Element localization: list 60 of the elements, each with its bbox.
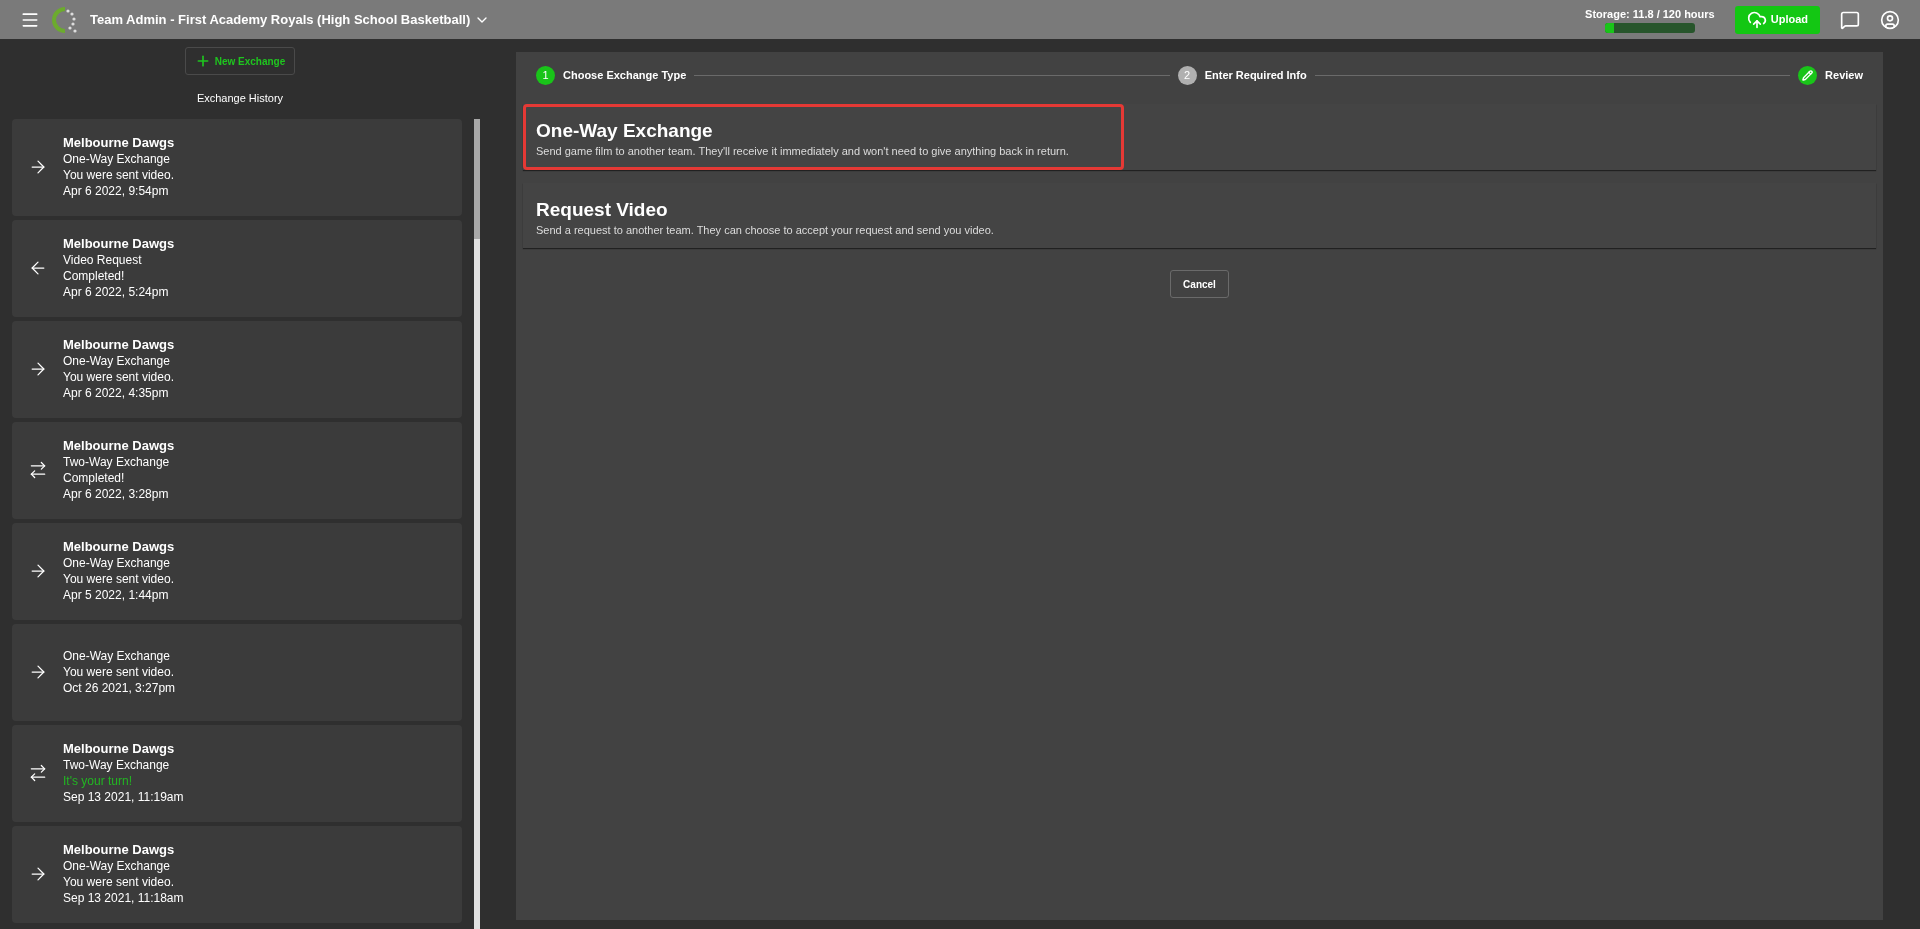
exchange-date: Apr 6 2022, 4:35pm <box>63 385 170 401</box>
exchange-type: Two-Way Exchange <box>63 454 171 470</box>
option-title: One-Way Exchange <box>536 120 714 142</box>
exchange-type: One-Way Exchange <box>63 151 171 167</box>
exchange-card[interactable]: Melbourne Dawgs Two-Way Exchange It's your turn! Sep 13 2021, 11:19am <box>12 724 462 822</box>
exchange-card[interactable]: Melbourne Dawgs Two-Way Exchange Completed! Apr 6 2022, 3:28pm <box>12 421 462 519</box>
option-description: Send a request to another team. They can choose to accept your request and send you video. <box>536 222 995 238</box>
chat-icon[interactable] <box>1840 9 1860 30</box>
team-name: Melbourne Dawgs <box>63 842 176 858</box>
team-name: Melbourne Dawgs <box>63 539 175 555</box>
cancel-button[interactable]: Cancel <box>1170 270 1229 298</box>
exchange-type: Two-Way Exchange <box>63 757 171 773</box>
exchange-status: You were sent video. <box>63 571 175 587</box>
exchange-type: One-Way Exchange <box>63 353 171 369</box>
exchange-status: You were sent video. <box>63 874 175 890</box>
exchange-card[interactable]: One-Way Exchange You were sent video. Oct 26 2021, 3:27pm <box>12 623 462 721</box>
team-name: Melbourne Dawgs <box>63 438 175 454</box>
exchange-date: Apr 6 2022, 3:28pm <box>63 486 170 502</box>
exchange-option[interactable]: One-Way Exchange Send game film to another team. They'll receive it immediately and won't need to give anything back in return. <box>523 104 1876 170</box>
team-name: Melbourne Dawgs <box>63 236 175 252</box>
sidebar-heading: Exchange History <box>196 91 284 106</box>
step-label: Review <box>1825 67 1863 83</box>
team-name: Melbourne Dawgs <box>63 741 176 757</box>
new-exchange-button[interactable]: New Exchange <box>185 47 295 75</box>
option-description: Send game film to another team. They'll receive it immediately and won't need to give anything back in return. <box>536 144 1070 159</box>
account-icon[interactable] <box>1880 9 1900 30</box>
exchange-date: Apr 5 2022, 1:44pm <box>63 587 170 603</box>
step-number: 2 <box>1177 65 1197 85</box>
exchange-status: It's your turn! <box>63 773 133 789</box>
exchange-card[interactable]: Melbourne Dawgs One-Way Exchange You were sent video. Sep 13 2021, 11:18am <box>12 825 462 923</box>
exchange-type: One-Way Exchange <box>63 648 171 664</box>
exchange-card[interactable]: Melbourne Dawgs Video Request Completed! Apr 6 2022, 5:24pm <box>12 219 462 317</box>
option-title: Request Video <box>536 198 669 221</box>
cloud-upload-icon <box>1746 9 1767 30</box>
team-name: Melbourne Dawgs <box>63 135 175 151</box>
exchange-status: You were sent video. <box>63 664 175 680</box>
storage-label: Storage: 11.8 / 120 hours <box>1585 6 1715 21</box>
exchange-card[interactable]: Melbourne Dawgs One-Way Exchange You were sent video. Apr 6 2022, 4:35pm <box>12 320 462 418</box>
scrollbar[interactable] <box>474 118 480 929</box>
step-label: Enter Required Info <box>1204 67 1307 83</box>
exchange-date: Sep 13 2021, 11:18am <box>63 890 184 906</box>
exchange-status: Completed! <box>63 268 126 284</box>
team-name: Melbourne Dawgs <box>63 337 175 353</box>
step-number: 1 <box>536 65 555 85</box>
exchange-type: Video Request <box>63 252 143 268</box>
exchange-date: Sep 13 2021, 11:19am <box>63 789 184 805</box>
exchange-date: Apr 6 2022, 9:54pm <box>63 183 170 199</box>
exchange-status: You were sent video. <box>63 369 175 385</box>
step-label: Choose Exchange Type <box>563 67 687 83</box>
exchange-status: You were sent video. <box>63 167 175 183</box>
exchange-card[interactable]: Melbourne Dawgs One-Way Exchange You were sent video. Apr 6 2022, 9:54pm <box>12 118 462 216</box>
exchange-type: One-Way Exchange <box>63 858 171 874</box>
team-selector[interactable]: Team Admin - First Academy Royals (High School Basketball) <box>90 9 491 30</box>
exchange-card[interactable]: Melbourne Dawgs One-Way Exchange You were sent video. Apr 5 2022, 1:44pm <box>12 522 462 620</box>
exchange-type: One-Way Exchange <box>63 555 171 571</box>
exchange-option[interactable]: Request Video Send a request to another team. They can choose to accept your request and send you video. <box>523 182 1876 248</box>
exchange-date: Apr 6 2022, 5:24pm <box>63 284 170 300</box>
exchange-status: Completed! <box>63 470 126 486</box>
exchange-date: Oct 26 2021, 3:27pm <box>63 680 176 696</box>
logo-icon <box>52 6 78 33</box>
